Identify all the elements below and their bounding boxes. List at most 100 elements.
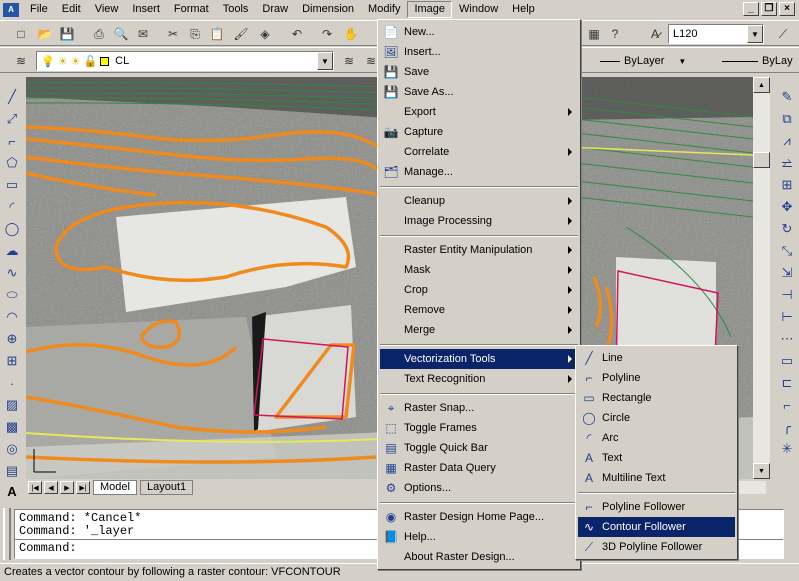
scroll-thumb[interactable] (753, 152, 770, 168)
open-file-icon[interactable]: 📂 (36, 25, 54, 43)
color-combo[interactable]: ByLayer ▼ (600, 52, 712, 70)
layer-combo[interactable]: 💡 ☀ ☀ 🔓 CL ▼ (36, 51, 334, 71)
circle-tool-icon[interactable]: ◯ (3, 220, 21, 238)
menu-image[interactable]: Image (407, 1, 453, 18)
first-tab-icon[interactable]: |◀ (28, 481, 42, 494)
scale-icon[interactable]: ⤡ (778, 242, 796, 260)
trim-icon[interactable]: ⊣ (778, 286, 796, 304)
last-tab-icon[interactable]: ▶| (76, 481, 90, 494)
ellipse-arc-icon[interactable]: ◠ (3, 308, 21, 326)
mirror-icon[interactable]: ⩘ (778, 132, 796, 150)
menu-modify[interactable]: Modify (361, 1, 407, 18)
prev-tab-icon[interactable]: ◀ (44, 481, 58, 494)
menu-item-raster-data-query[interactable]: ▦ Raster Data Query (380, 458, 578, 478)
rotate-icon[interactable]: ↻ (778, 220, 796, 238)
menu-edit[interactable]: Edit (55, 1, 88, 18)
menu-item-vectorization-tools[interactable]: Vectorization Tools (380, 349, 578, 369)
break-icon[interactable]: ▭ (778, 352, 796, 370)
menu-item-raster-design-home-page[interactable]: ◉ Raster Design Home Page... (380, 507, 578, 527)
match-properties-icon[interactable]: 🖌 (232, 25, 250, 43)
menu-item-correlate[interactable]: Correlate (380, 142, 578, 162)
chevron-down-icon[interactable]: ▼ (747, 25, 763, 43)
menu-item-raster-entity-manipulation[interactable]: Raster Entity Manipulation (380, 240, 578, 260)
menu-item-new[interactable]: 📄 New... (380, 22, 578, 42)
rectangle-tool-icon[interactable]: ▭ (3, 176, 21, 194)
vertical-scrollbar[interactable]: ▲ ▼ (753, 77, 770, 479)
chamfer-icon[interactable]: ⌐ (778, 396, 796, 414)
menu-format[interactable]: Format (167, 1, 216, 18)
menu-item-arc[interactable]: ◜ Arc (578, 428, 735, 448)
menu-item-save[interactable]: 💾 Save (380, 62, 578, 82)
menu-item-help[interactable]: 📘 Help... (380, 527, 578, 547)
properties-palette-icon[interactable]: ▦ (585, 25, 603, 43)
next-tab-icon[interactable]: ▶ (60, 481, 74, 494)
menu-item-capture[interactable]: 📷 Capture (380, 122, 578, 142)
menu-dimension[interactable]: Dimension (295, 1, 361, 18)
menu-item-manage[interactable]: 🗂 Manage... (380, 162, 578, 182)
gradient-icon[interactable]: ▩ (3, 418, 21, 436)
menu-item-crop[interactable]: Crop (380, 280, 578, 300)
menu-item-polyline-follower[interactable]: ⌐ Polyline Follower (578, 497, 735, 517)
publish-icon[interactable]: ✉ (134, 25, 152, 43)
line-tool-icon[interactable]: ╱ (3, 88, 21, 106)
menu-item-rectangle[interactable]: ▭ Rectangle (578, 388, 735, 408)
menu-item-export[interactable]: Export (380, 102, 578, 122)
make-layer-current-icon[interactable]: ≋ (340, 52, 358, 70)
scroll-down-icon[interactable]: ▼ (753, 463, 770, 479)
menu-draw[interactable]: Draw (255, 1, 295, 18)
command-prompt[interactable]: Command: (19, 542, 77, 555)
table-icon[interactable]: ▤ (3, 462, 21, 480)
restore-button[interactable]: ❐ (761, 2, 777, 16)
undo-icon[interactable]: ↶ (288, 25, 306, 43)
menu-item-image-processing[interactable]: Image Processing (380, 211, 578, 231)
cut-icon[interactable]: ✂ (164, 25, 182, 43)
extend-icon[interactable]: ⊢ (778, 308, 796, 326)
polyline-tool-icon[interactable]: ⌐ (3, 132, 21, 150)
explode-icon[interactable]: ✳ (778, 440, 796, 458)
menu-item-save-as[interactable]: 💾 Save As... (380, 82, 578, 102)
scroll-up-icon[interactable]: ▲ (753, 77, 770, 93)
print-preview-icon[interactable]: 🔍 (112, 25, 130, 43)
menu-item-raster-snap[interactable]: ⌖ Raster Snap... (380, 398, 578, 418)
menu-item-insert[interactable]: 🖼 Insert... (380, 42, 578, 62)
multiline-text-tool-icon[interactable]: A (3, 482, 21, 500)
menu-item-circle[interactable]: ◯ Circle (578, 408, 735, 428)
move-icon[interactable]: ✥ (778, 198, 796, 216)
app-logo-icon[interactable]: A (3, 2, 19, 17)
new-file-icon[interactable]: □ (12, 25, 30, 43)
revision-cloud-icon[interactable]: ☁ (3, 242, 21, 260)
chevron-down-icon[interactable]: ▼ (317, 52, 333, 70)
menu-item-toggle-quick-bar[interactable]: ▤ Toggle Quick Bar (380, 438, 578, 458)
save-file-icon[interactable]: 💾 (58, 25, 76, 43)
menu-insert[interactable]: Insert (125, 1, 167, 18)
construction-line-icon[interactable]: ⤢ (3, 110, 21, 128)
point-icon[interactable]: · (3, 374, 21, 392)
print-icon[interactable]: ⎙ (90, 25, 108, 43)
make-block-icon[interactable]: ⊞ (3, 352, 21, 370)
menu-item-mask[interactable]: Mask (380, 260, 578, 280)
text-style-icon[interactable]: A̷ (646, 25, 664, 43)
region-icon[interactable]: ◎ (3, 440, 21, 458)
join-icon[interactable]: ⊏ (778, 374, 796, 392)
layer-manager-icon[interactable]: ≋ (12, 52, 30, 70)
stretch-icon[interactable]: ⇲ (778, 264, 796, 282)
command-window-grip[interactable] (3, 508, 11, 560)
array-icon[interactable]: ⊞ (778, 176, 796, 194)
menu-file[interactable]: File (23, 1, 55, 18)
menu-item-toggle-frames[interactable]: ⬚ Toggle Frames (380, 418, 578, 438)
menu-help[interactable]: Help (505, 1, 542, 18)
menu-view[interactable]: View (88, 1, 126, 18)
linetype-combo[interactable]: ByLay (722, 52, 799, 70)
ellipse-icon[interactable]: ⬭ (3, 286, 21, 304)
menu-item-polyline[interactable]: ⌐ Polyline (578, 368, 735, 388)
menu-item-line[interactable]: ╱ Line (578, 348, 735, 368)
pan-icon[interactable]: ✋ (342, 25, 360, 43)
menu-item-about-raster-design[interactable]: About Raster Design... (380, 547, 578, 567)
copy-object-icon[interactable]: ⧉ (778, 110, 796, 128)
menu-item-contour-follower[interactable]: ∿ Contour Follower (578, 517, 735, 537)
menu-item-remove[interactable]: Remove (380, 300, 578, 320)
insert-block-icon[interactable]: ⊕ (3, 330, 21, 348)
offset-icon[interactable]: ⥨ (778, 154, 796, 172)
menu-window[interactable]: Window (452, 1, 505, 18)
tab-model[interactable]: Model (93, 480, 137, 495)
